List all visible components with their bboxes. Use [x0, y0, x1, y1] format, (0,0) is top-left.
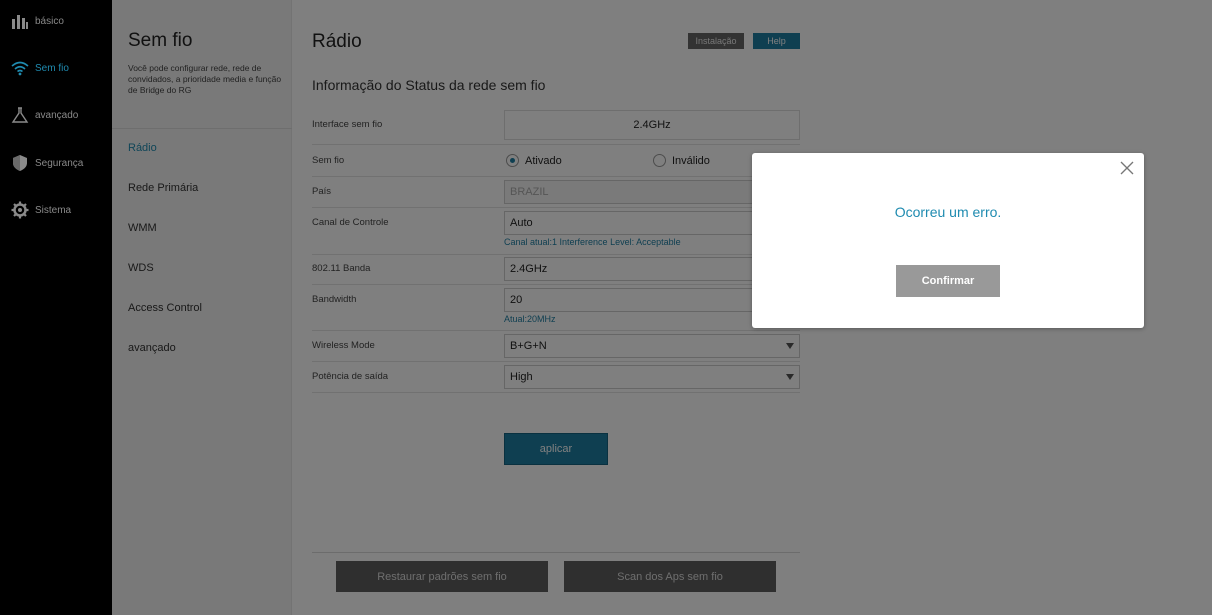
nav-label: avançado	[35, 109, 79, 121]
gear-icon	[11, 201, 29, 219]
confirm-button[interactable]: Confirmar	[896, 265, 1000, 297]
nav-item-sistema[interactable]: Sistema	[0, 190, 112, 230]
nav-label: Segurança	[35, 157, 84, 169]
flask-icon	[11, 106, 29, 124]
nav-item-seguranca[interactable]: Segurança	[0, 143, 112, 183]
nav-label: básico	[35, 15, 64, 27]
error-dialog: Ocorreu um erro. Confirmar	[752, 153, 1144, 328]
main-nav: básico Sem fio avançado Segurança Sistem…	[0, 0, 112, 615]
close-icon[interactable]	[1120, 161, 1134, 175]
nav-item-sem-fio[interactable]: Sem fio	[0, 48, 112, 88]
nav-label: Sistema	[35, 204, 72, 216]
error-message: Ocorreu um erro.	[894, 204, 1002, 220]
bar-chart-icon	[11, 12, 29, 30]
wifi-icon	[11, 59, 29, 77]
nav-item-basico[interactable]: básico	[0, 1, 112, 41]
nav-item-avancado[interactable]: avançado	[0, 95, 112, 135]
shield-icon	[11, 154, 29, 172]
nav-label: Sem fio	[35, 62, 69, 74]
